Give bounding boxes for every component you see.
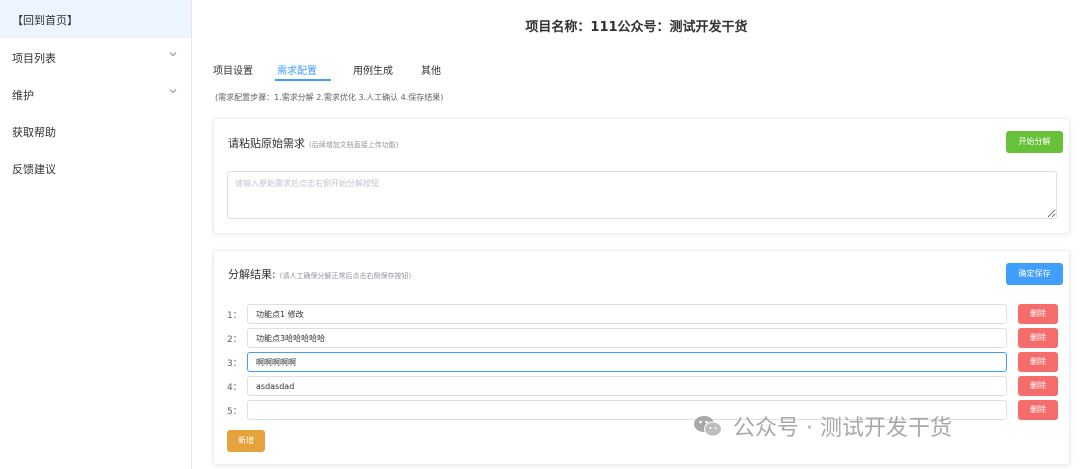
list-item: 2： 删除 bbox=[227, 328, 1072, 348]
row-index: 1： bbox=[227, 311, 242, 321]
config-steps-hint: (需求配置步骤：1.需求分解 2.需求优化 3.人工确认 4.保存结果) bbox=[215, 93, 444, 102]
row-index: 2： bbox=[227, 335, 242, 345]
sidebar-item-project-list[interactable]: 项目列表 bbox=[0, 38, 191, 75]
delete-button[interactable]: 删除 bbox=[1018, 304, 1058, 324]
sidebar-item-feedback[interactable]: 反馈建议 bbox=[0, 149, 191, 186]
feature-point-input[interactable] bbox=[247, 352, 1007, 372]
page-title: 项目名称：111公众号：测试开发干货 bbox=[525, 20, 748, 35]
watermark-text: 公众号 · 测试开发干货 bbox=[733, 416, 952, 441]
tab-other[interactable]: 其他 bbox=[421, 62, 441, 77]
feature-point-input[interactable] bbox=[247, 304, 1007, 324]
tab-requirement-config[interactable]: 需求配置 bbox=[277, 62, 317, 77]
sidebar-item-maintenance[interactable]: 维护 bbox=[0, 75, 191, 112]
add-row-button[interactable]: 新增 bbox=[227, 430, 265, 452]
sidebar-item-label: 获取帮助 bbox=[12, 126, 56, 139]
sidebar-item-label: 维护 bbox=[12, 89, 34, 102]
card-header: 分解结果: (请人工确保分解正常后点击右侧保存按钮) bbox=[228, 266, 411, 282]
sidebar-item-label: 反馈建议 bbox=[12, 163, 56, 176]
main-content: 项目名称：111公众号：测试开发干货 项目设置 需求配置 用例生成 其他 (需求… bbox=[193, 0, 1080, 469]
sidebar-item-help[interactable]: 获取帮助 bbox=[0, 112, 191, 149]
sidebar-item-label: 项目列表 bbox=[12, 52, 56, 65]
sidebar-item-home[interactable]: 【回到首页】 bbox=[0, 0, 191, 38]
row-index: 5： bbox=[227, 407, 242, 417]
row-index: 3： bbox=[227, 359, 242, 369]
card-title: 分解结果: bbox=[228, 268, 276, 281]
list-item: 3： 删除 bbox=[227, 352, 1072, 372]
start-decompose-button[interactable]: 开始分解 bbox=[1006, 131, 1063, 153]
watermark: 公众号 · 测试开发干货 bbox=[693, 410, 952, 442]
feature-point-input[interactable] bbox=[247, 328, 1007, 348]
delete-button[interactable]: 删除 bbox=[1018, 376, 1058, 396]
tab-case-generation[interactable]: 用例生成 bbox=[353, 62, 393, 77]
active-tab-indicator bbox=[275, 79, 331, 81]
sidebar: 【回到首页】 项目列表 维护 获取帮助 反馈建议 bbox=[0, 0, 192, 469]
card-title: 请粘贴原始需求 bbox=[228, 137, 305, 150]
feature-point-input[interactable] bbox=[247, 376, 1007, 396]
delete-button[interactable]: 删除 bbox=[1018, 352, 1058, 372]
list-item: 1： 删除 bbox=[227, 304, 1072, 324]
delete-button[interactable]: 删除 bbox=[1018, 328, 1058, 348]
row-index: 4： bbox=[227, 383, 242, 393]
raw-requirement-input[interactable] bbox=[227, 171, 1057, 219]
chevron-down-icon bbox=[169, 52, 177, 57]
confirm-save-button[interactable]: 确定保存 bbox=[1006, 263, 1063, 285]
app-window: 【回到首页】 项目列表 维护 获取帮助 反馈建议 项目名称：111公众号：测试开… bbox=[0, 0, 1080, 469]
card-subtitle: (请人工确保分解正常后点击右侧保存按钮) bbox=[279, 272, 412, 280]
list-item: 4： 删除 bbox=[227, 376, 1072, 396]
delete-button[interactable]: 删除 bbox=[1018, 400, 1058, 420]
raw-requirement-card: 请粘贴原始需求 (后续增加文档直接上传功能) 开始分解 bbox=[213, 118, 1070, 234]
tab-project-settings[interactable]: 项目设置 bbox=[213, 62, 253, 77]
card-subtitle: (后续增加文档直接上传功能) bbox=[309, 141, 399, 149]
chevron-down-icon bbox=[169, 89, 177, 94]
card-header: 请粘贴原始需求 (后续增加文档直接上传功能) bbox=[228, 135, 398, 151]
